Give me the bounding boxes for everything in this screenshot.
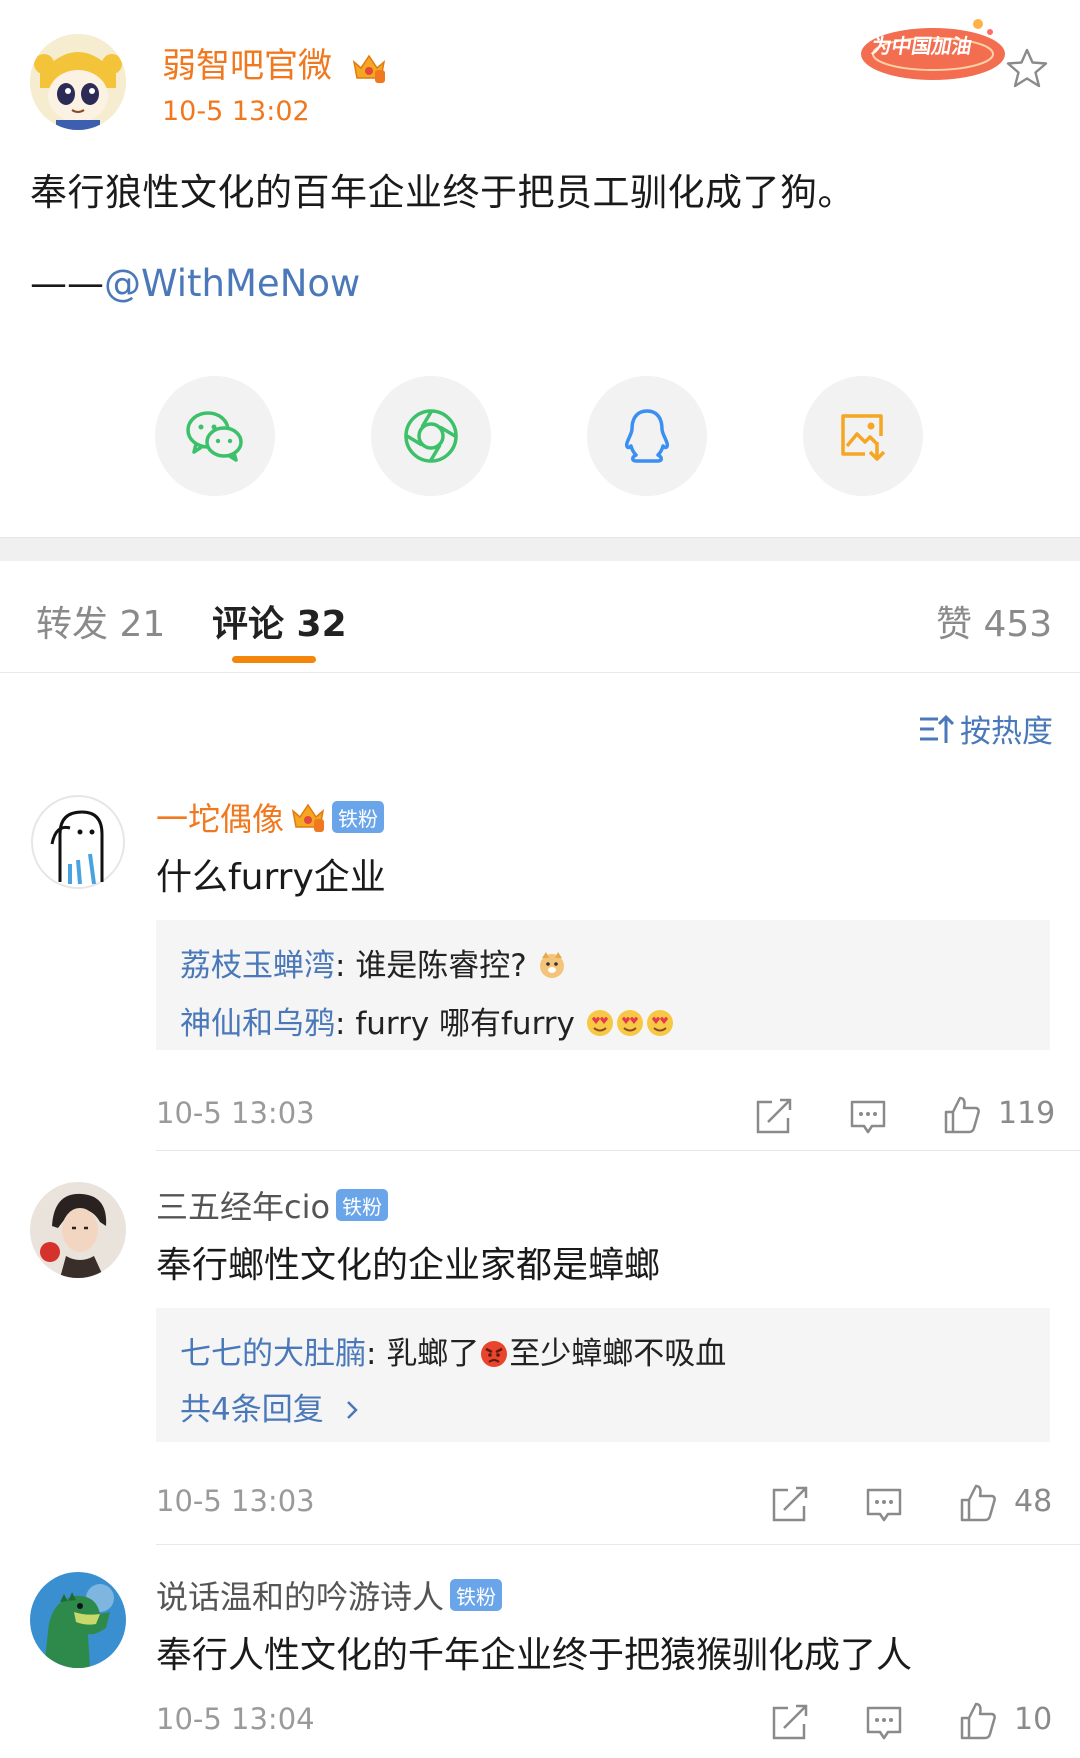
fan-badge: 铁粉 [450, 1579, 503, 1611]
commenter-name[interactable]: 一坨偶像 铁粉 [156, 794, 385, 840]
favorite-star-icon[interactable] [1004, 46, 1050, 92]
commenter-avatar[interactable] [30, 794, 126, 890]
reply-text: 至少蟑螂不吸血 [509, 1336, 727, 1372]
heart-eyes-emoji-icon [586, 1010, 613, 1036]
save-image-button[interactable] [803, 376, 923, 496]
commenter-name-text[interactable]: 一坨偶像 [156, 794, 284, 840]
like-icon[interactable] [958, 1482, 998, 1522]
wechat-icon [186, 411, 243, 462]
comment-text: 什么furry企业 [156, 857, 386, 898]
reply-text: furry 哪有furry [355, 1006, 575, 1042]
comment-divider [156, 1150, 1080, 1151]
doge-emoji-icon [539, 952, 564, 978]
sort-icon [920, 714, 954, 743]
comment-icon[interactable] [848, 1096, 888, 1136]
comment-text: 奉行人性文化的千年企业终于把猿猴驯化成了人 [156, 1635, 913, 1676]
commenter-name[interactable]: 三五经年cio 铁粉 [156, 1182, 389, 1228]
more-replies-link[interactable]: 共4条回复 [180, 1384, 364, 1429]
comment-icon[interactable] [864, 1702, 904, 1742]
tab-likes[interactable]: 赞 453 [936, 595, 1052, 647]
sort-toggle[interactable]: 按热度 [918, 706, 1053, 751]
heart-eyes-emoji-icon [646, 1010, 673, 1036]
commenter-avatar[interactable] [30, 1572, 126, 1668]
like-count: 119 [998, 1096, 1056, 1131]
comment-text: 奉行螂性文化的企业家都是蟑螂 [156, 1245, 661, 1286]
post-time: 10-5 13:02 [162, 96, 310, 127]
comment-icon[interactable] [864, 1484, 904, 1524]
repost-icon[interactable] [770, 1484, 810, 1524]
author-avatar[interactable] [30, 34, 126, 130]
like-icon[interactable] [958, 1700, 998, 1740]
reply-item: 荔枝玉蝉湾: 谁是陈睿控? [180, 940, 567, 985]
active-tab-indicator [232, 656, 316, 663]
reply-text: 乳螂了 [386, 1336, 480, 1372]
vip-crown-icon [291, 803, 325, 832]
post-text: 奉行狼性文化的百年企业终于把员工驯化成了狗。 [30, 171, 855, 214]
chevron-right-icon [346, 1401, 358, 1419]
comment-time: 10-5 13:03 [156, 1096, 315, 1130]
mention-link[interactable]: @WithMeNow [104, 262, 360, 305]
share-qq-button[interactable] [587, 376, 707, 496]
reply-separator: : [335, 1006, 356, 1042]
reply-author[interactable]: 神仙和乌鸦 [180, 1006, 335, 1042]
angry-emoji-icon [481, 1341, 508, 1367]
reply-author[interactable]: 七七的大肚腩 [180, 1336, 366, 1372]
fan-badge: 铁粉 [332, 801, 385, 833]
cheer-badge: 为中国加油 [858, 14, 1008, 82]
like-count: 48 [1014, 1484, 1053, 1519]
comment-divider [156, 1544, 1080, 1545]
fan-badge: 铁粉 [336, 1189, 389, 1221]
share-moments-button[interactable] [371, 376, 491, 496]
reply-text: 谁是陈睿控? [355, 948, 527, 984]
reply-item: 七七的大肚腩: 乳螂了 至少蟑螂不吸血 [180, 1328, 726, 1373]
tab-repost[interactable]: 转发 21 [36, 595, 165, 647]
heart-eyes-emoji-icon [616, 1010, 643, 1036]
save-image-icon [841, 414, 886, 461]
like-icon[interactable] [942, 1094, 982, 1134]
section-divider [0, 537, 1080, 561]
vip-crown-icon [352, 54, 385, 83]
tab-bar: 转发 21 评论 32 赞 453 [0, 561, 1080, 673]
repost-icon[interactable] [754, 1096, 794, 1136]
reply-preview-box[interactable]: 七七的大肚腩: 乳螂了 至少蟑螂不吸血 共4条回复 [156, 1308, 1050, 1442]
moments-icon [404, 409, 458, 463]
repost-icon[interactable] [770, 1702, 810, 1742]
commenter-name-text[interactable]: 三五经年cio [156, 1182, 330, 1228]
reply-item: 神仙和乌鸦: furry 哪有furry [180, 998, 675, 1043]
commenter-name[interactable]: 说话温和的吟游诗人 铁粉 [156, 1572, 503, 1618]
sort-label: 按热度 [960, 714, 1053, 750]
comment-time: 10-5 13:03 [156, 1484, 315, 1518]
share-wechat-button[interactable] [155, 376, 275, 496]
commenter-avatar[interactable] [30, 1182, 126, 1278]
reply-author[interactable]: 荔枝玉蝉湾 [180, 948, 335, 984]
tab-comments[interactable]: 评论 32 [212, 595, 347, 647]
like-count: 10 [1014, 1702, 1053, 1737]
cheer-badge-text: 为中国加油 [869, 34, 974, 58]
reply-preview-box[interactable]: 荔枝玉蝉湾: 谁是陈睿控? 神仙和乌鸦: furry 哪有furry [156, 920, 1050, 1050]
reply-separator: : [335, 948, 356, 984]
more-replies-label[interactable]: 共4条回复 [180, 1392, 324, 1428]
signature-dash: —— [30, 262, 104, 305]
qq-icon [625, 409, 669, 463]
author-name[interactable]: 弱智吧官微 [162, 38, 387, 87]
comment-time: 10-5 13:04 [156, 1702, 315, 1736]
reply-separator: : [366, 1336, 387, 1372]
author-name-text[interactable]: 弱智吧官微 [162, 46, 332, 86]
post-card: 弱智吧官微 10-5 13:02 为中国加油 奉行狼性文化的百年企业终于把员工驯… [0, 0, 1080, 540]
commenter-name-text[interactable]: 说话温和的吟游诗人 [156, 1572, 444, 1618]
post-signature: ——@WithMeNow [30, 262, 360, 305]
